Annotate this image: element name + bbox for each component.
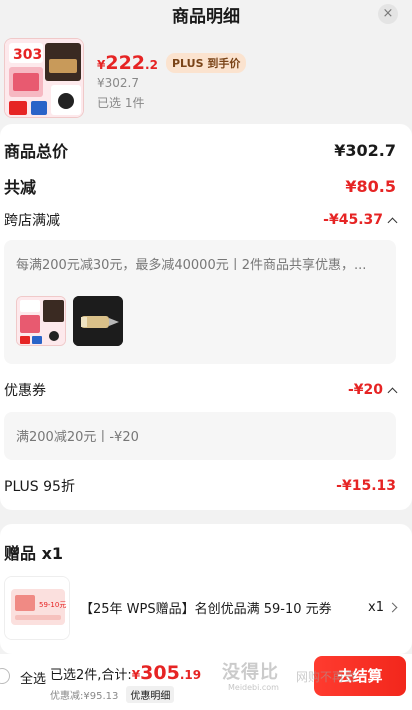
product-thumbnail[interactable]: 303: [4, 38, 84, 118]
page-title: 商品明细: [172, 7, 240, 27]
cross-store-value: -¥45.37: [323, 212, 383, 228]
product-summary: 303 ¥ 222 .2 PLUS 到手价 ¥302.7 已选 1件: [0, 30, 412, 120]
plus-discount-row: PLUS 95折 -¥15.13: [4, 476, 396, 496]
coupon-desc: 满200减20元丨-¥20: [16, 430, 139, 445]
cross-store-product-thumb-2[interactable]: [73, 296, 123, 346]
total-price-row: 商品总价 ¥302.7: [4, 138, 396, 162]
gift-name[interactable]: 【25年 WPS赠品】名创优品满 59-10 元券: [80, 598, 332, 617]
coupon-row[interactable]: 优惠券 -¥20: [4, 380, 398, 400]
watermark-url: Meidebi.com: [228, 683, 279, 692]
total-price-value: ¥302.7: [334, 140, 396, 160]
select-all-checkbox[interactable]: [0, 668, 10, 684]
watermark-logo: 没得比: [222, 662, 279, 683]
order-total: 已选2件,合计: ¥ 305 .19: [50, 662, 201, 684]
total-decimal: .19: [179, 668, 202, 682]
discount-amount: 优惠减:¥95.13: [50, 691, 119, 702]
cross-store-detail: 每满200元减30元，最多减40000元丨2件商品共享优惠，...: [4, 240, 396, 364]
discount-total-value: ¥80.5: [345, 176, 396, 196]
gift-quantity: x1: [368, 600, 384, 615]
cross-store-desc: 每满200元减30元，最多减40000元丨2件商品共享优惠，...: [16, 258, 367, 273]
gift-card: 赠品 x1 59-10元 【25年 WPS赠品】名创优品满 59-10 元券 x…: [0, 524, 412, 654]
product-price: ¥ 222 .2 PLUS 到手价: [97, 52, 247, 75]
discount-total-label: 共减: [4, 178, 37, 197]
plus-discount-label: PLUS 95折: [4, 479, 75, 495]
chevron-right-icon[interactable]: [387, 602, 398, 613]
selected-count: 已选 1件: [97, 96, 145, 110]
watermark-slogan: 网购不再贵: [296, 670, 357, 684]
total-price-label: 商品总价: [4, 142, 69, 161]
header: 商品明细 ×: [0, 0, 412, 30]
plus-price-badge: PLUS 到手价: [165, 53, 247, 73]
gift-title: 赠品 x1: [4, 544, 64, 563]
coupon-detail: 满200减20元丨-¥20: [4, 412, 396, 460]
total-prefix: 已选2件,合计:: [50, 668, 132, 683]
total-symbol: ¥: [131, 668, 141, 682]
thumb-label: 303: [13, 47, 42, 63]
original-price: ¥302.7: [97, 76, 139, 90]
cross-store-value-wrap: -¥45.37: [323, 212, 398, 228]
coupon-value-wrap: -¥20: [347, 382, 398, 398]
gift-thumb-label: 59-10元: [39, 601, 66, 609]
cross-store-product-thumb-1[interactable]: [16, 296, 66, 346]
price-symbol: ¥: [97, 58, 106, 72]
close-icon[interactable]: ×: [378, 4, 398, 24]
coupon-label: 优惠券: [4, 383, 46, 399]
total-integer: 305: [140, 662, 180, 684]
select-all-label[interactable]: 全选: [20, 668, 46, 687]
plus-discount-value: -¥15.13: [336, 478, 396, 494]
chevron-up-icon[interactable]: [387, 387, 398, 397]
gift-thumbnail[interactable]: 59-10元: [4, 576, 70, 640]
price-breakdown-card: 商品总价 ¥302.7 共减 ¥80.5 跨店满减 -¥45.37 每满200元…: [0, 124, 412, 510]
cross-store-row[interactable]: 跨店满减 -¥45.37: [4, 210, 398, 230]
discount-total-row: 共减 ¥80.5: [4, 174, 396, 198]
price-integer: 222: [105, 52, 146, 74]
discount-detail-button[interactable]: 优惠明细: [126, 686, 175, 703]
cross-store-label: 跨店满减: [4, 213, 60, 229]
price-decimal: .2: [145, 58, 158, 72]
discount-summary: 优惠减:¥95.13 优惠明细: [50, 686, 175, 703]
chevron-up-icon[interactable]: [387, 217, 398, 227]
coupon-value: -¥20: [347, 382, 383, 398]
